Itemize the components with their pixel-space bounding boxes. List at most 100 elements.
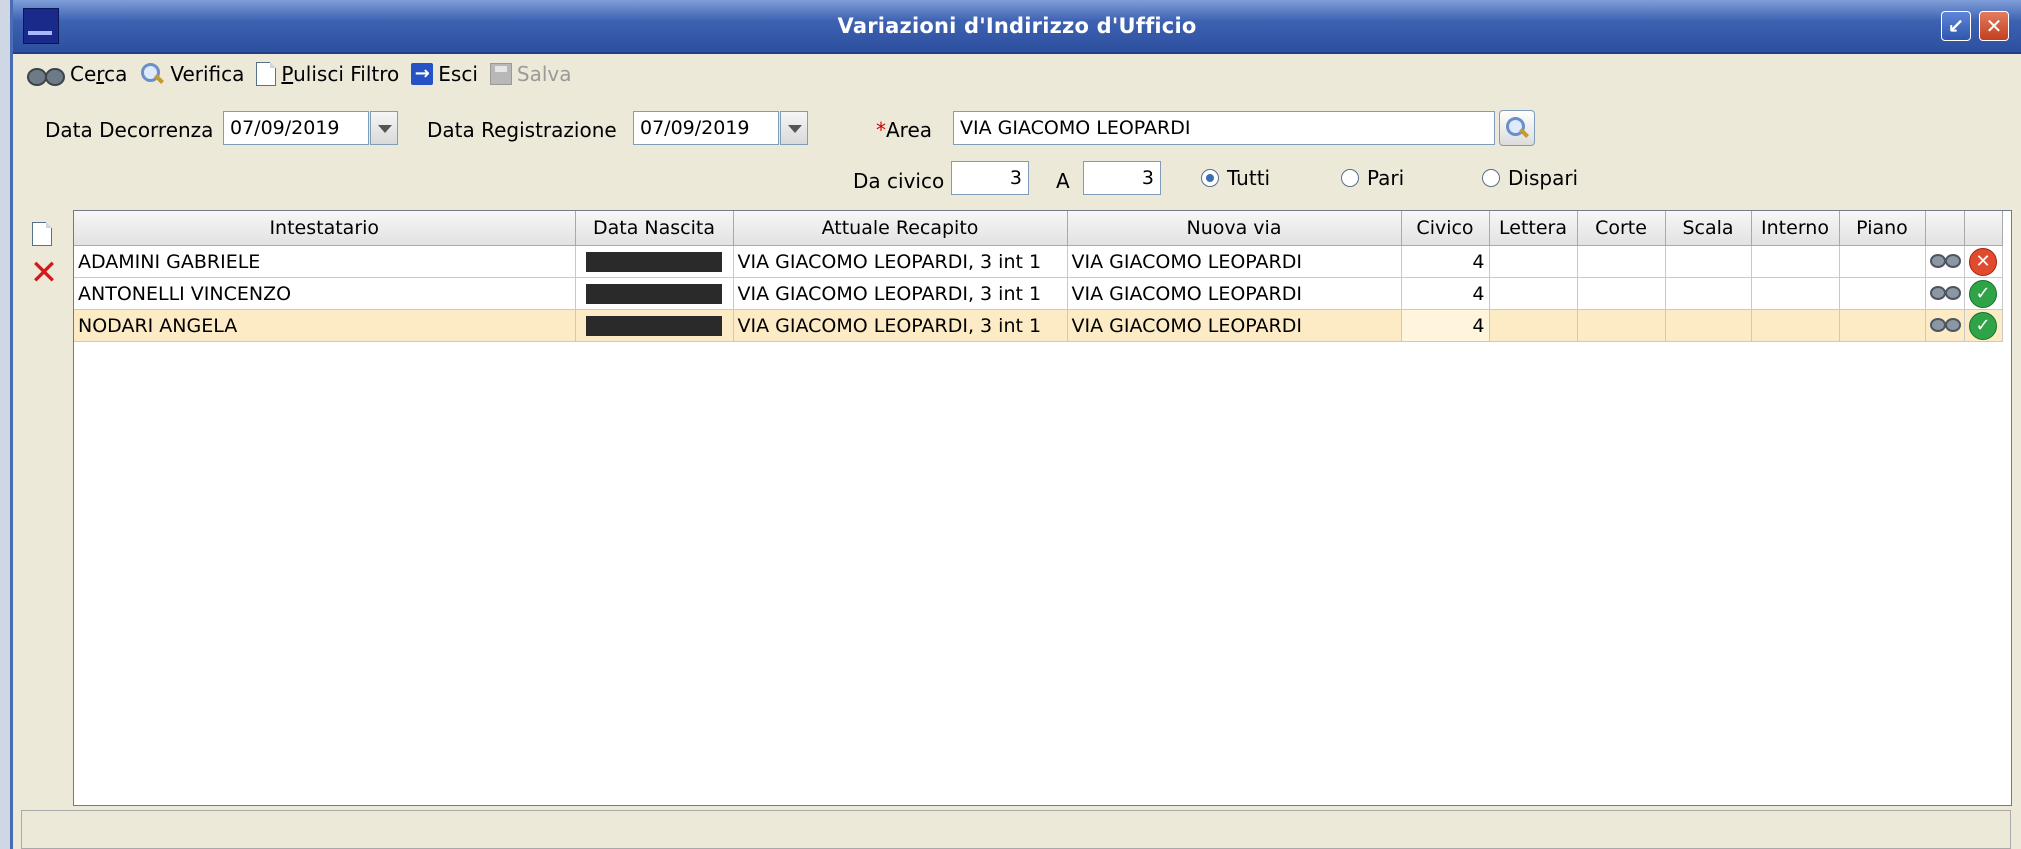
a-civico-input[interactable]: 3 <box>1083 161 1161 195</box>
pulisci-filtro-button[interactable]: Pulisci Filtro <box>256 62 399 86</box>
nuova-via-cell[interactable]: VIA GIACOMO LEOPARDI <box>1067 277 1402 310</box>
scala-cell[interactable] <box>1665 309 1752 342</box>
interno-cell[interactable] <box>1751 245 1840 278</box>
scala-cell[interactable] <box>1665 245 1752 278</box>
area-input[interactable]: VIA GIACOMO LEOPARDI <box>953 111 1495 145</box>
data-registrazione-dropdown-button[interactable] <box>780 111 808 145</box>
lettera-cell[interactable] <box>1489 245 1578 278</box>
attuale-recapito-cell[interactable]: VIA GIACOMO LEOPARDI, 3 int 1 <box>733 277 1068 310</box>
piano-cell[interactable] <box>1839 277 1926 310</box>
status-bar <box>21 810 2011 849</box>
binoculars-icon <box>25 62 65 86</box>
status-cell: ✕ <box>1964 245 2003 278</box>
civico-cell[interactable]: 4 <box>1401 277 1490 310</box>
data-nascita-cell[interactable] <box>575 245 734 278</box>
table-row[interactable]: ADAMINI GABRIELE VIA GIACOMO LEOPARDI, 3… <box>74 245 2003 278</box>
radio-dispari-label: Dispari <box>1508 166 1579 190</box>
salva-button[interactable]: Salva <box>489 62 572 86</box>
lettera-cell[interactable] <box>1489 309 1578 342</box>
column-header[interactable]: Corte <box>1577 211 1666 246</box>
attuale-recapito-cell[interactable]: VIA GIACOMO LEOPARDI, 3 int 1 <box>733 309 1068 342</box>
civico-cell[interactable]: 4 <box>1401 309 1490 342</box>
column-header[interactable]: Lettera <box>1489 211 1578 246</box>
radio-tutti-dot <box>1201 169 1219 187</box>
exit-arrow-icon: → <box>411 63 434 85</box>
cerca-label: Cerca <box>70 62 128 86</box>
error-status-icon: ✕ <box>1969 247 1997 276</box>
toolbar: Cerca Verifica Pulisci Filtro → Esci Sal… <box>13 56 2021 92</box>
binoculars-icon[interactable] <box>1929 282 1961 300</box>
redacted-block <box>586 284 722 304</box>
intestatario-cell[interactable]: ANTONELLI VINCENZO <box>74 277 576 310</box>
column-header[interactable]: Nuova via <box>1067 211 1402 246</box>
column-header[interactable]: Intestatario <box>74 211 576 246</box>
delete-row-icon[interactable]: ✕ <box>29 256 59 290</box>
radio-dispari[interactable]: Dispari <box>1482 166 1578 190</box>
results-grid[interactable]: Intestatario Data Nascita Attuale Recapi… <box>73 210 2012 806</box>
a-civico-label: A <box>1056 169 1070 193</box>
nuova-via-cell[interactable]: VIA GIACOMO LEOPARDI <box>1067 309 1402 342</box>
nuova-via-cell[interactable]: VIA GIACOMO LEOPARDI <box>1067 245 1402 278</box>
table-row[interactable]: ANTONELLI VINCENZO VIA GIACOMO LEOPARDI,… <box>74 277 2003 310</box>
view-cell[interactable] <box>1925 309 1965 342</box>
column-header[interactable]: Interno <box>1751 211 1840 246</box>
column-header[interactable]: Attuale Recapito <box>733 211 1068 246</box>
status-cell: ✓ <box>1964 309 2003 342</box>
binoculars-icon[interactable] <box>1929 314 1961 332</box>
esci-label: Esci <box>438 62 478 86</box>
magnifier-icon <box>1504 115 1530 141</box>
scala-cell[interactable] <box>1665 277 1752 310</box>
data-registrazione-label: Data Registrazione <box>427 118 617 142</box>
table-header-row: Intestatario Data Nascita Attuale Recapi… <box>74 211 2003 246</box>
required-marker: * <box>876 118 886 142</box>
corte-cell[interactable] <box>1577 245 1666 278</box>
data-nascita-cell[interactable] <box>575 277 734 310</box>
data-decorrenza-dropdown-button[interactable] <box>370 111 398 145</box>
window-title: Variazioni d'Indirizzo d'Ufficio <box>837 14 1197 38</box>
radio-dispari-dot <box>1482 169 1500 187</box>
column-header[interactable]: Piano <box>1839 211 1926 246</box>
restore-button[interactable]: ↙ <box>1941 11 1971 41</box>
results-table: Intestatario Data Nascita Attuale Recapi… <box>74 211 2003 342</box>
view-cell[interactable] <box>1925 245 1965 278</box>
cerca-button[interactable]: Cerca <box>25 62 127 86</box>
redacted-block <box>586 252 722 272</box>
title-bar[interactable]: Variazioni d'Indirizzo d'Ufficio ↙ ✕ <box>13 0 2021 54</box>
piano-cell[interactable] <box>1839 245 1926 278</box>
da-civico-input[interactable]: 3 <box>951 161 1029 195</box>
corte-cell[interactable] <box>1577 309 1666 342</box>
radio-pari[interactable]: Pari <box>1341 166 1404 190</box>
main-window: Variazioni d'Indirizzo d'Ufficio ↙ ✕ Cer… <box>10 0 2021 849</box>
interno-cell[interactable] <box>1751 277 1840 310</box>
radio-pari-label: Pari <box>1367 166 1405 190</box>
binoculars-icon[interactable] <box>1929 250 1961 268</box>
intestatario-cell[interactable]: ADAMINI GABRIELE <box>74 245 576 278</box>
data-decorrenza-input[interactable]: 07/09/2019 <box>223 111 369 145</box>
radio-tutti[interactable]: Tutti <box>1201 166 1270 190</box>
piano-cell[interactable] <box>1839 309 1926 342</box>
table-row-selected[interactable]: NODARI ANGELA VIA GIACOMO LEOPARDI, 3 in… <box>74 309 2003 342</box>
area-search-button[interactable] <box>1499 110 1535 146</box>
data-registrazione-input[interactable]: 07/09/2019 <box>633 111 779 145</box>
view-cell[interactable] <box>1925 277 1965 310</box>
interno-cell[interactable] <box>1751 309 1840 342</box>
column-header[interactable]: Scala <box>1665 211 1752 246</box>
esci-button[interactable]: → Esci <box>411 62 478 86</box>
close-icon: ✕ <box>1985 14 2003 38</box>
attuale-recapito-cell[interactable]: VIA GIACOMO LEOPARDI, 3 int 1 <box>733 245 1068 278</box>
lettera-cell[interactable] <box>1489 277 1578 310</box>
civico-cell[interactable]: 4 <box>1401 245 1490 278</box>
close-button[interactable]: ✕ <box>1979 11 2009 41</box>
verifica-button[interactable]: Verifica <box>139 61 244 87</box>
corte-cell[interactable] <box>1577 277 1666 310</box>
data-nascita-cell[interactable] <box>575 309 734 342</box>
column-header[interactable]: Data Nascita <box>575 211 734 246</box>
intestatario-cell[interactable]: NODARI ANGELA <box>74 309 576 342</box>
column-header[interactable]: Civico <box>1401 211 1490 246</box>
pulisci-filtro-label: Pulisci Filtro <box>281 62 400 86</box>
area-label-wrap: *Area <box>876 118 932 142</box>
da-civico-label: Da civico <box>853 169 945 193</box>
column-header <box>1925 211 1965 246</box>
side-tools: ✕ <box>29 222 65 290</box>
new-row-icon[interactable] <box>32 222 52 246</box>
